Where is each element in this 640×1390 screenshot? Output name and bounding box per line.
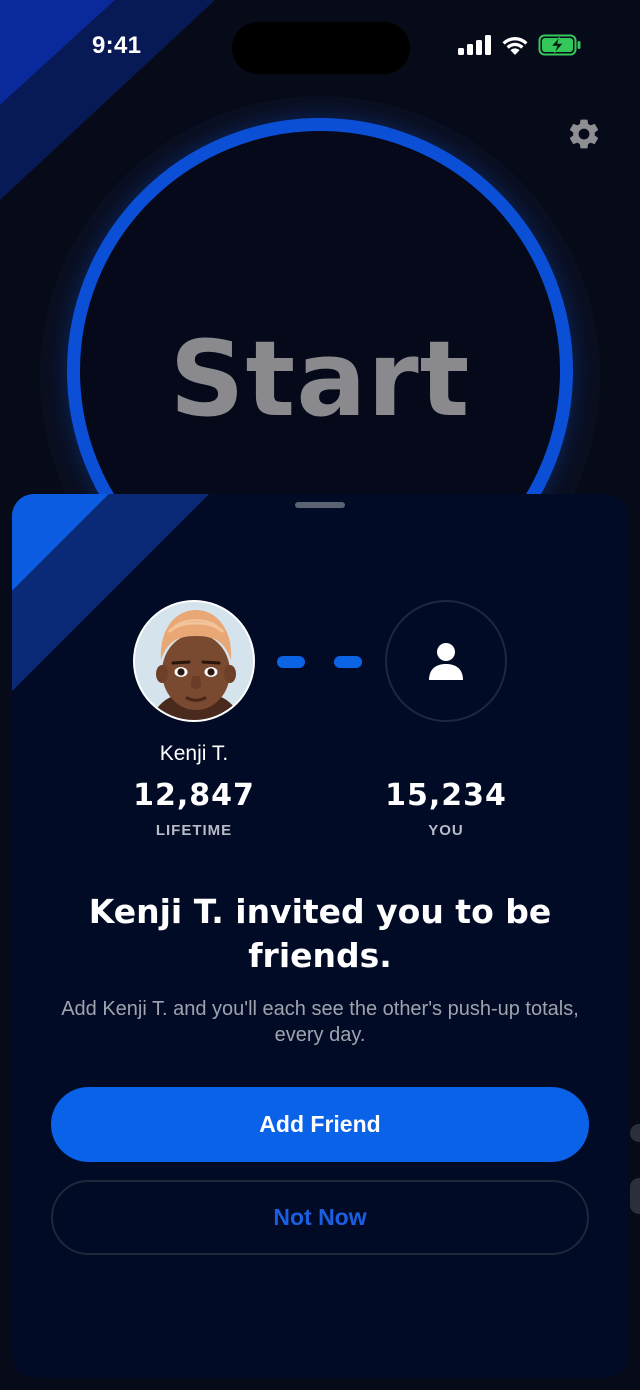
person-icon bbox=[429, 643, 463, 680]
screen: 9:41 Start Kenji T. 12,847 LIFETIME 15,2… bbox=[0, 0, 640, 1390]
start-label: Start bbox=[169, 318, 471, 440]
friend-invite-sheet: Kenji T. 12,847 LIFETIME 15,234 YOU Kenj… bbox=[12, 494, 628, 1378]
add-friend-button[interactable]: Add Friend bbox=[51, 1087, 589, 1162]
cellular-signal-icon bbox=[458, 35, 491, 55]
battery-charging-icon bbox=[538, 34, 581, 56]
gear-icon bbox=[569, 119, 599, 149]
memoji-avatar-image bbox=[135, 602, 253, 720]
friend-lifetime-count: 12,847 bbox=[133, 778, 255, 813]
connector-dash bbox=[277, 656, 305, 668]
your-avatar bbox=[385, 600, 507, 722]
invite-description: Add Kenji T. and you'll each see the oth… bbox=[61, 998, 579, 1046]
edge-indicator bbox=[630, 1124, 640, 1142]
connector-dash bbox=[334, 656, 362, 668]
your-count: 15,234 bbox=[385, 778, 507, 813]
status-icons bbox=[458, 34, 582, 56]
wifi-icon bbox=[502, 36, 528, 55]
sheet-grabber[interactable] bbox=[295, 502, 345, 508]
status-bar: 9:41 bbox=[0, 0, 640, 96]
your-caption: YOU bbox=[428, 822, 464, 839]
invite-title: Kenji T. invited you to be friends. bbox=[88, 892, 552, 975]
status-time: 9:41 bbox=[92, 32, 142, 59]
friend-lifetime-caption: LIFETIME bbox=[155, 822, 233, 839]
friend-name: Kenji T. bbox=[159, 742, 229, 765]
sheet-stripes bbox=[12, 494, 209, 691]
dynamic-island bbox=[232, 22, 410, 74]
not-now-button[interactable]: Not Now bbox=[51, 1180, 589, 1255]
edge-indicator bbox=[630, 1178, 640, 1214]
friend-avatar bbox=[133, 600, 255, 722]
settings-button[interactable] bbox=[566, 116, 602, 152]
